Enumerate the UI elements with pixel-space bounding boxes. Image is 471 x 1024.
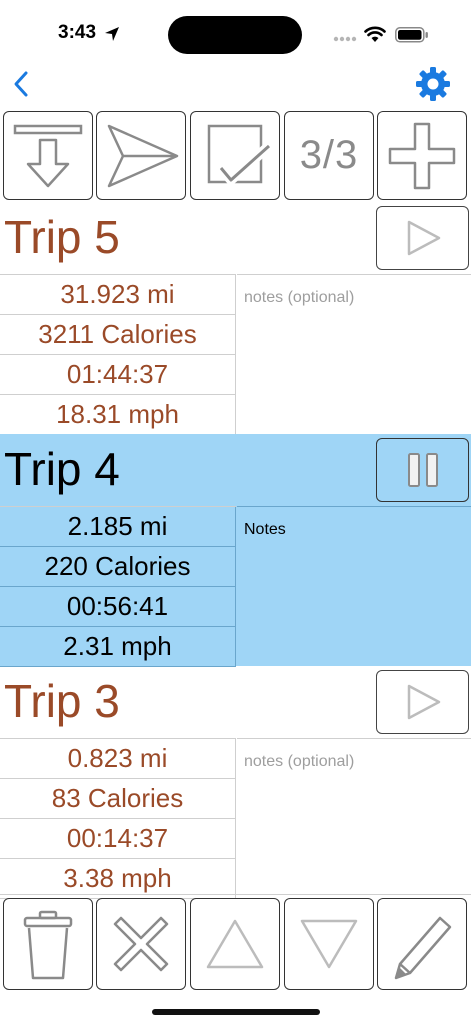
cellular-signal-icon	[333, 36, 357, 42]
back-chevron-icon[interactable]	[12, 70, 30, 98]
pencil-icon	[394, 916, 452, 980]
trip-distance: 0.823 mi	[0, 739, 236, 779]
trip-duration: 00:14:37	[0, 819, 236, 859]
trip-counter: 3/3	[284, 111, 374, 200]
trip-calories: 3211 Calories	[0, 315, 236, 355]
status-time: 3:43	[58, 22, 97, 43]
move-up-button[interactable]	[190, 898, 280, 990]
battery-icon	[395, 27, 428, 43]
move-down-button[interactable]	[284, 898, 374, 990]
triangle-up-icon	[206, 919, 264, 969]
plus-icon	[388, 122, 456, 189]
location-arrow-icon	[105, 27, 119, 41]
play-button[interactable]	[376, 670, 469, 734]
gear-icon[interactable]	[414, 65, 452, 103]
trip-card[interactable]: Trip 5 31.923 mi 3211 Calories 01:44:37 …	[0, 202, 471, 435]
add-trip-button[interactable]	[377, 111, 467, 200]
trip-card[interactable]: Trip 3 0.823 mi 83 Calories 00:14:37 3.3…	[0, 666, 471, 899]
divider	[0, 894, 471, 895]
trip-card-active[interactable]: Trip 4 2.185 mi 220 Calories 00:56:41 2.…	[0, 434, 471, 667]
play-button[interactable]	[376, 206, 469, 270]
download-icon	[13, 124, 83, 187]
trip-title: Trip 4	[4, 443, 120, 495]
trip-stats: 31.923 mi 3211 Calories 01:44:37 18.31 m…	[0, 274, 236, 435]
trip-stats: 2.185 mi 220 Calories 00:56:41 2.31 mph	[0, 506, 236, 667]
trip-notes-field[interactable]: notes (optional)	[237, 738, 471, 898]
dynamic-island	[168, 16, 302, 54]
select-all-button[interactable]	[190, 111, 280, 200]
trip-speed: 2.31 mph	[0, 627, 236, 667]
trash-icon	[23, 910, 73, 980]
trip-title: Trip 3	[4, 675, 120, 727]
pause-button[interactable]	[376, 438, 469, 502]
trip-distance: 2.185 mi	[0, 507, 236, 547]
trip-speed: 3.38 mph	[0, 859, 236, 899]
trip-distance: 31.923 mi	[0, 275, 236, 315]
checkbox-icon	[207, 124, 273, 187]
trip-duration: 01:44:37	[0, 355, 236, 395]
trip-speed: 18.31 mph	[0, 395, 236, 435]
delete-button[interactable]	[3, 898, 93, 990]
download-button[interactable]	[3, 111, 93, 200]
pause-icon	[407, 453, 438, 487]
trip-stats: 0.823 mi 83 Calories 00:14:37 3.38 mph	[0, 738, 236, 899]
close-icon	[113, 916, 169, 972]
send-button[interactable]	[96, 111, 186, 200]
trip-calories: 220 Calories	[0, 547, 236, 587]
trip-duration: 00:56:41	[0, 587, 236, 627]
trip-title: Trip 5	[4, 211, 120, 263]
home-indicator	[152, 1009, 320, 1015]
cancel-button[interactable]	[96, 898, 186, 990]
play-icon	[407, 684, 440, 720]
trip-calories: 83 Calories	[0, 779, 236, 819]
edit-button[interactable]	[377, 898, 467, 990]
send-icon	[107, 124, 179, 187]
trip-notes-field[interactable]: notes (optional)	[237, 274, 471, 434]
triangle-down-icon	[300, 919, 358, 969]
trip-counter-label: 3/3	[299, 133, 359, 177]
trip-notes-field[interactable]: Notes	[237, 506, 471, 666]
wifi-icon	[364, 26, 386, 42]
play-icon	[407, 220, 440, 256]
